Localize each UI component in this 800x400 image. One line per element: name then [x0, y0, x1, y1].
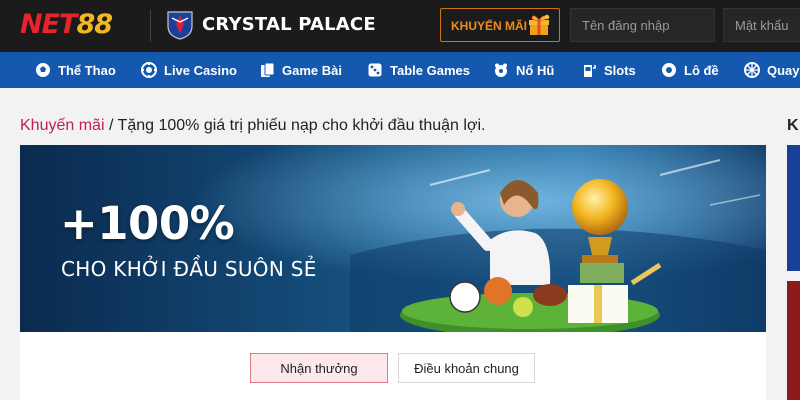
gift-box-icon — [529, 14, 550, 35]
main-nav: Thể Thao Live Casino Game Bài Table Game… — [0, 52, 800, 88]
slot-jar-icon — [495, 63, 507, 77]
tab-dieu-khoan-chung[interactable]: Điều khoản chung — [398, 353, 535, 383]
net88-logo[interactable]: NET88 — [20, 9, 113, 40]
nav-label: Table Games — [390, 62, 470, 78]
logo-text-88: 88 — [76, 9, 113, 40]
nav-item-live-casino[interactable]: Live Casino — [141, 52, 237, 88]
nav-label: Thể Thao — [58, 62, 116, 78]
nav-item-no-hu[interactable]: Nổ Hũ — [493, 52, 554, 88]
partner-name: CRYSTAL PALACE — [202, 14, 376, 35]
nav-item-table-games[interactable]: Table Games — [367, 52, 470, 88]
nav-label: Live Casino — [164, 62, 237, 78]
promotion-button-label: KHUYẾN MÃI — [451, 19, 528, 33]
crystal-palace-crest-icon — [167, 11, 193, 40]
nav-label: Lô đề — [684, 62, 719, 78]
nav-item-the-thao[interactable]: Thể Thao — [35, 52, 116, 88]
casino-chip-icon — [141, 62, 157, 78]
banner-subline: CHO KHỞI ĐẦU SUÔN SẺ — [61, 257, 317, 281]
nav-item-game-bai[interactable]: Game Bài — [259, 52, 342, 88]
top-header: NET88 CRYSTAL PALACE KHUYẾN MÃI Tên đăng… — [0, 0, 800, 52]
promotion-tabs-panel — [20, 332, 766, 400]
sidebar-heading: K — [787, 117, 799, 134]
header-divider — [150, 10, 151, 42]
spin-wheel-icon — [744, 62, 760, 78]
nav-item-lo-de[interactable]: Lô đề — [661, 52, 719, 88]
nav-label: Game Bài — [282, 62, 342, 78]
nav-item-quay[interactable]: Quay — [744, 52, 800, 88]
soccer-ball-icon — [36, 63, 50, 77]
nav-label: Slots — [604, 62, 636, 78]
lottery-ball-icon — [662, 63, 676, 77]
password-input[interactable]: Mật khẩu — [723, 8, 800, 42]
promotion-banner: +100% CHO KHỞI ĐẦU SUÔN SẺ — [20, 145, 766, 332]
sidebar-promo-thumbnails[interactable] — [787, 145, 800, 400]
breadcrumb-separator: / — [104, 117, 118, 134]
username-input[interactable]: Tên đăng nhập — [570, 8, 715, 42]
breadcrumb: Khuyến mãi / Tặng 100% giá trị phiếu nạp… — [20, 117, 485, 135]
promotion-button[interactable]: KHUYẾN MÃI — [440, 8, 560, 42]
nav-item-slots[interactable]: Slots — [581, 52, 636, 88]
playing-cards-icon — [261, 62, 275, 77]
breadcrumb-link-khuyen-mai[interactable]: Khuyến mãi — [20, 117, 105, 134]
slot-machine-icon — [584, 65, 596, 77]
nav-label: Quay — [767, 62, 800, 78]
dice-icon — [368, 63, 382, 77]
banner-headline: +100% — [60, 197, 235, 250]
logo-text-net: NET — [20, 9, 77, 40]
breadcrumb-current: Tặng 100% giá trị phiếu nạp cho khởi đầu… — [117, 117, 486, 134]
tab-nhan-thuong[interactable]: Nhận thưởng — [250, 353, 388, 383]
nav-label: Nổ Hũ — [516, 62, 555, 78]
